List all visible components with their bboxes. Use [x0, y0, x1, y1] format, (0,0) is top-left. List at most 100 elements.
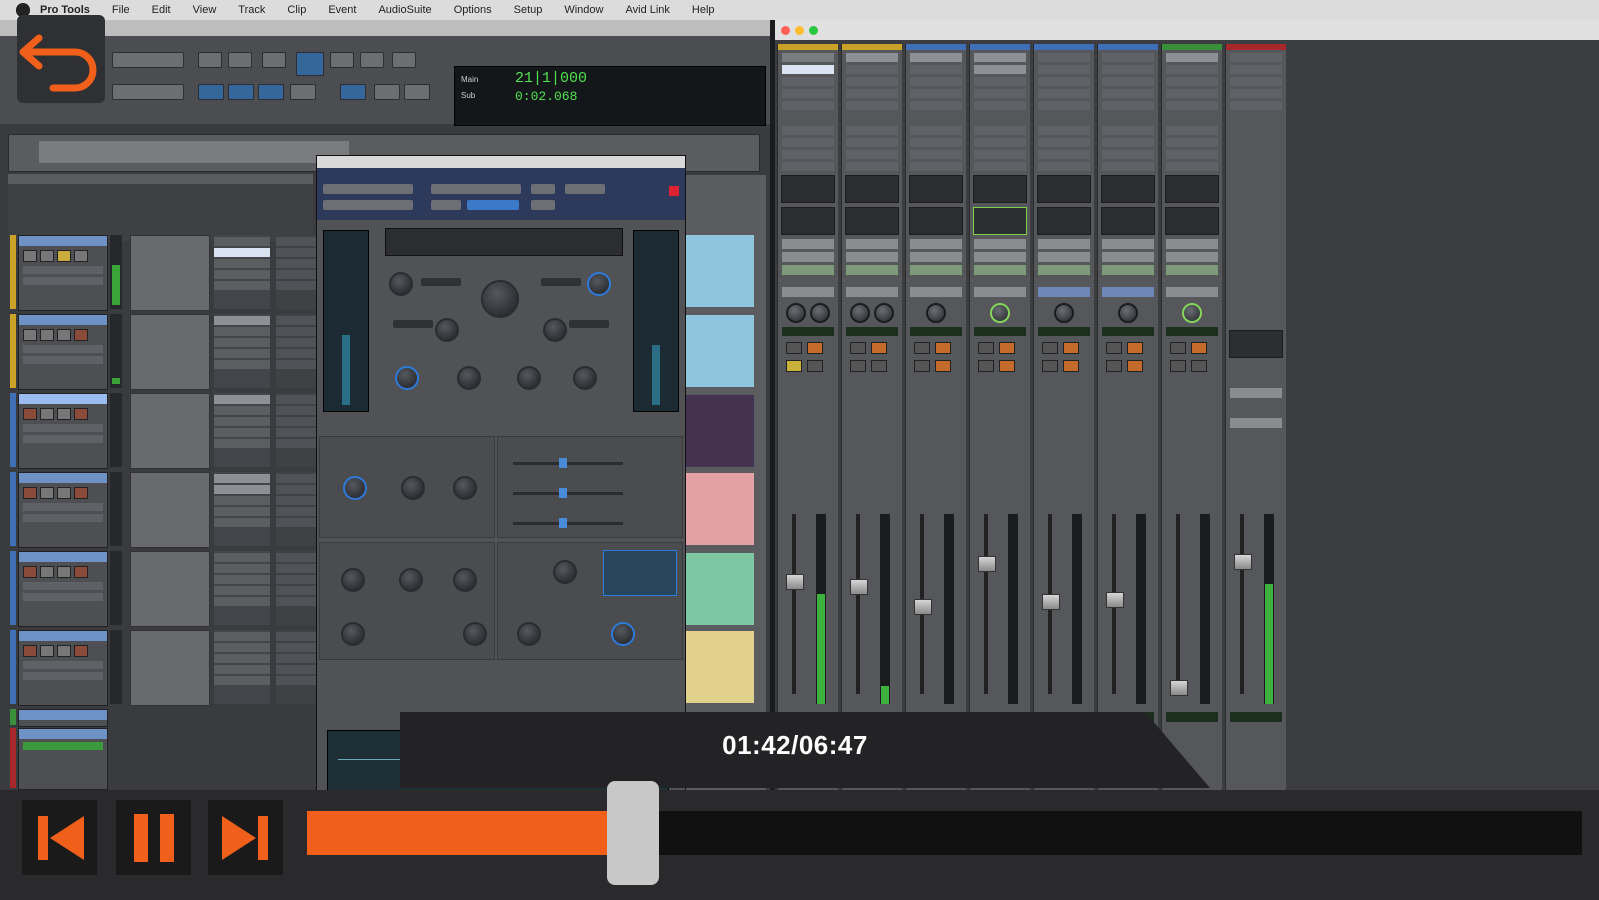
mirror-button[interactable]: [340, 84, 366, 100]
track-sends[interactable]: [276, 472, 316, 546]
track-header[interactable]: [18, 393, 108, 469]
menu-avid-link[interactable]: Avid Link: [625, 4, 669, 16]
track-comments[interactable]: [130, 472, 210, 548]
solo-button[interactable]: [786, 360, 802, 372]
track-header[interactable]: [18, 551, 108, 627]
mid-knob[interactable]: [399, 568, 423, 592]
zoom-toggle-button[interactable]: [404, 84, 430, 100]
track-sends[interactable]: [276, 235, 316, 309]
menu-audiosuite[interactable]: AudioSuite: [378, 4, 431, 16]
pan-right-knob[interactable]: [874, 303, 894, 323]
mute-button[interactable]: [74, 250, 88, 262]
smart-tool-button[interactable]: [296, 52, 324, 76]
plugin-titlebar[interactable]: [317, 156, 685, 168]
automation-selector[interactable]: [23, 277, 103, 285]
track-view-selector[interactable]: [23, 266, 103, 274]
master-track-header[interactable]: [18, 728, 108, 790]
track-sends[interactable]: [276, 630, 316, 704]
snap-button[interactable]: [228, 84, 254, 100]
menu-window[interactable]: Window: [564, 4, 603, 16]
insert-slot[interactable]: [782, 65, 834, 74]
volume-fader[interactable]: [1240, 514, 1244, 694]
preset-button[interactable]: [467, 200, 519, 210]
predelay-knob[interactable]: [543, 318, 567, 342]
pan-knob[interactable]: [1118, 303, 1138, 323]
compare-button[interactable]: [431, 200, 461, 210]
rec-button[interactable]: [786, 342, 802, 354]
hf-q-knob[interactable]: [453, 476, 477, 500]
room-type-display[interactable]: [385, 228, 623, 256]
fader-cap[interactable]: [786, 574, 804, 590]
track-list-row[interactable]: [8, 196, 313, 208]
track-name[interactable]: [19, 394, 107, 404]
audio-clip[interactable]: [686, 473, 754, 545]
track-name[interactable]: [19, 552, 107, 562]
menu-edit[interactable]: Edit: [152, 4, 171, 16]
universe-visible-range[interactable]: [39, 141, 349, 163]
decay-knob[interactable]: [481, 280, 519, 318]
track-inserts[interactable]: [214, 630, 270, 704]
pan-knob[interactable]: [1054, 303, 1074, 323]
track-inserts[interactable]: [214, 393, 270, 467]
zoom-preset-button[interactable]: [374, 84, 400, 100]
window-close-icon[interactable]: [781, 26, 790, 35]
slider-handle[interactable]: [559, 458, 567, 468]
audio-clip[interactable]: [686, 395, 754, 467]
pan-knob[interactable]: [1182, 303, 1202, 323]
track-inserts[interactable]: [214, 314, 270, 388]
track-name[interactable]: [19, 631, 107, 641]
slider-handle[interactable]: [559, 488, 567, 498]
track-header[interactable]: [18, 630, 108, 706]
track-list-row[interactable]: [8, 184, 313, 196]
track-selector[interactable]: [323, 184, 413, 194]
diffusion-knob[interactable]: [573, 366, 597, 390]
pencil-tool-button[interactable]: [360, 52, 384, 68]
track-name[interactable]: [19, 473, 107, 483]
size-value[interactable]: [393, 320, 433, 328]
menu-help[interactable]: Help: [692, 4, 715, 16]
audio-clip[interactable]: [686, 553, 754, 625]
auto-button[interactable]: [531, 184, 555, 194]
pre-delay-knob[interactable]: [395, 366, 419, 390]
ratio-knob[interactable]: [517, 622, 541, 646]
fader-cap[interactable]: [1170, 680, 1188, 696]
progress-handle[interactable]: [607, 781, 659, 885]
high-shelf-knob[interactable]: [453, 568, 477, 592]
volume-fader[interactable]: [856, 514, 860, 694]
fader-cap[interactable]: [978, 556, 996, 572]
pan-right-knob[interactable]: [810, 303, 830, 323]
track-name[interactable]: [19, 710, 107, 720]
solo-button[interactable]: [57, 250, 71, 262]
window-zoom-icon[interactable]: [809, 26, 818, 35]
track-sends[interactable]: [276, 393, 316, 467]
track-sends[interactable]: [276, 314, 316, 388]
pause-button[interactable]: [116, 800, 191, 875]
pan-left-knob[interactable]: [786, 303, 806, 323]
zoom-tool-button[interactable]: [198, 52, 222, 68]
menu-view[interactable]: View: [193, 4, 217, 16]
back-button[interactable]: [17, 15, 105, 103]
close-icon[interactable]: [669, 186, 679, 196]
insert-slot[interactable]: [782, 53, 834, 62]
attack-knob[interactable]: [457, 366, 481, 390]
audio-clip[interactable]: [686, 315, 754, 387]
input-monitor-button[interactable]: [807, 342, 823, 354]
trim-tool-button[interactable]: [228, 52, 252, 68]
track-name[interactable]: [19, 729, 107, 739]
mute-button[interactable]: [807, 360, 823, 372]
track-comments[interactable]: [130, 630, 210, 706]
colouration-slider-3[interactable]: [513, 522, 623, 525]
next-button[interactable]: [208, 800, 283, 875]
menu-clip[interactable]: Clip: [287, 4, 306, 16]
safe-button[interactable]: [565, 184, 605, 194]
low-freq-knob[interactable]: [341, 622, 365, 646]
track-inserts[interactable]: [214, 472, 270, 546]
window-minimize-icon[interactable]: [795, 26, 804, 35]
track-header[interactable]: [18, 235, 108, 311]
input-selector[interactable]: [782, 239, 834, 249]
pan-knob[interactable]: [926, 303, 946, 323]
track-comments[interactable]: [130, 314, 210, 390]
slider-handle[interactable]: [559, 518, 567, 528]
grid-button[interactable]: [198, 84, 224, 100]
track-list-row[interactable]: [8, 220, 313, 232]
